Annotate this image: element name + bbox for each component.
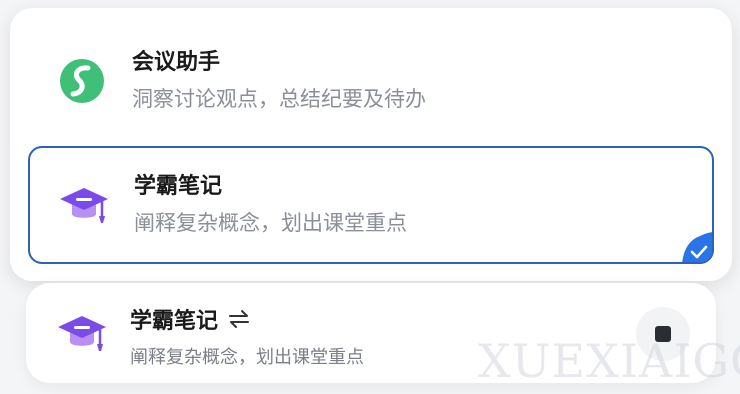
current-mode-title: 学霸笔记 (130, 309, 219, 334)
mode-selector-popover: 会议助手 洞察讨论观点，总结纪要及待办 学霸笔记 阐释复杂概念，划出课堂重点 (10, 8, 732, 281)
graduation-cap-icon (58, 179, 110, 231)
mode-option-description: 阐释复杂概念，划出课堂重点 (134, 211, 407, 235)
selected-check-icon (678, 228, 712, 262)
mode-option-meeting-assistant[interactable]: 会议助手 洞察讨论观点，总结纪要及待办 (28, 22, 714, 140)
current-mode-description: 阐释复杂概念，划出课堂重点 (130, 347, 364, 368)
mode-option-description: 洞察讨论观点，总结纪要及待办 (132, 87, 426, 111)
stop-icon (655, 326, 671, 342)
current-mode-switcher[interactable]: 学霸笔记 (130, 303, 250, 335)
stop-button[interactable] (636, 307, 690, 361)
mode-option-title: 会议助手 (132, 50, 221, 75)
swap-arrows-icon[interactable] (228, 308, 250, 330)
mode-option-study-notes[interactable]: 学霸笔记 阐释复杂概念，划出课堂重点 (28, 146, 714, 264)
mode-option-title: 学霸笔记 (134, 174, 223, 199)
graduation-cap-icon (56, 307, 108, 359)
meeting-assistant-logo-icon (56, 55, 108, 107)
current-mode-bar: 学霸笔记 阐释复杂概念，划出课堂重点 (26, 283, 716, 383)
